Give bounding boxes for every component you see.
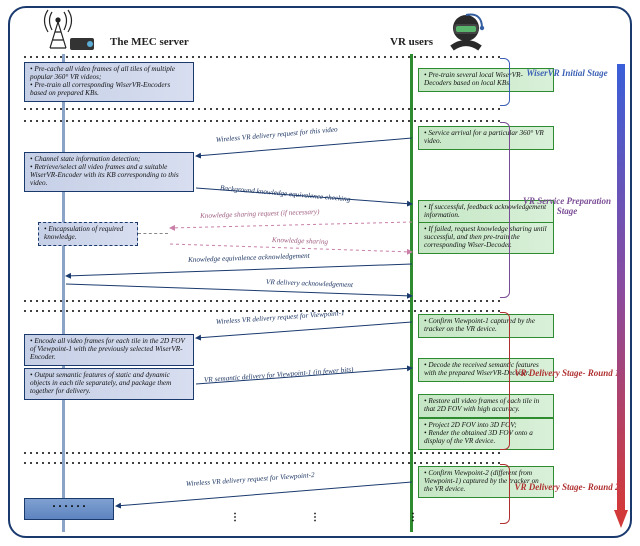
stage-label-round2: VR Delivery Stage- Round 2 <box>514 482 620 492</box>
stage-label-round1: VR Delivery Stage- Round 1 <box>514 368 620 378</box>
stage-label-initial: WiserVR Initial Stage <box>514 68 620 78</box>
stage-label-prep: VR Service Preparation Stage <box>514 196 620 216</box>
message-arrows <box>10 8 570 538</box>
diagram-frame: The MEC server VR users Pre-cache all vi… <box>8 6 632 538</box>
flow-arrow <box>614 64 628 528</box>
brace-stage4 <box>500 464 510 524</box>
brace-stage2 <box>500 122 510 298</box>
brace-stage1 <box>500 58 510 106</box>
brace-stage3 <box>500 312 510 450</box>
